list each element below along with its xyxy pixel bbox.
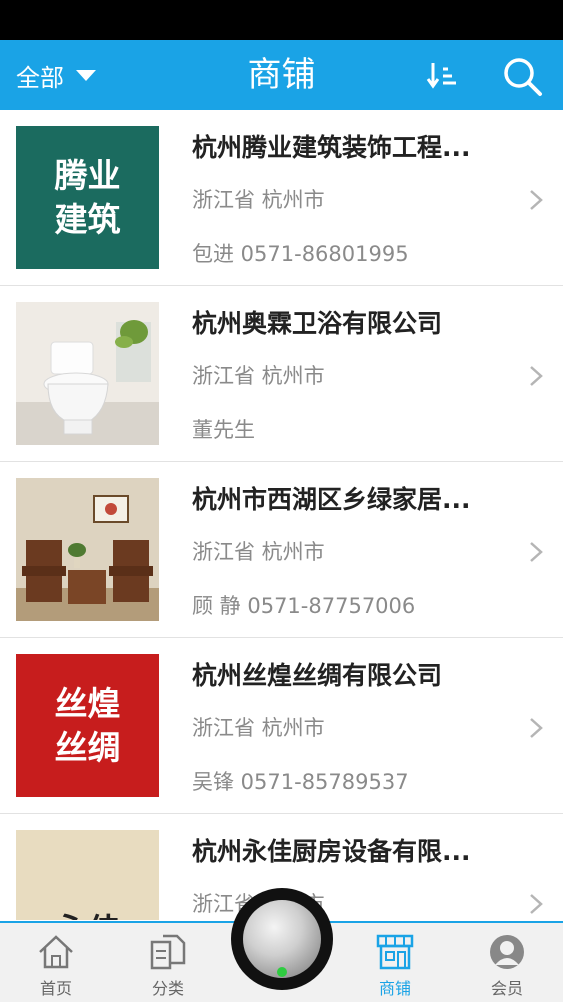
tab-label: 首页	[39, 979, 72, 998]
shop-name: 杭州奥霖卫浴有限公司	[192, 309, 443, 338]
shop-logo: 腾业 建筑	[16, 126, 159, 269]
sort-icon	[426, 63, 456, 89]
tab-member[interactable]: 会员	[451, 923, 563, 1002]
shop-name: 杭州市西湖区乡绿家居...	[192, 485, 471, 514]
member-icon	[490, 935, 524, 969]
shop-list-item[interactable]: 杭州奥霖卫浴有限公司 浙江省 杭州市 董先生	[0, 286, 563, 462]
shop-list-item[interactable]: 腾业 建筑 杭州腾业建筑装饰工程... 浙江省 杭州市 包进 0571-8680…	[0, 110, 563, 286]
shop-list-item[interactable]: 杭州市西湖区乡绿家居... 浙江省 杭州市 顾 静 0571-87757006	[0, 462, 563, 638]
filter-label: 全部	[16, 63, 64, 92]
shop-contact: 包进 0571-86801995	[192, 242, 409, 266]
shop-contact: 顾 静 0571-87757006	[192, 594, 416, 618]
search-button[interactable]	[500, 54, 544, 98]
shop-list-item[interactable]: 丝煌 丝绸 杭州丝煌丝绸有限公司 浙江省 杭州市 吴锋 0571-8578953…	[0, 638, 563, 814]
shop-region: 浙江省 杭州市	[192, 188, 325, 212]
chevron-right-icon	[530, 366, 543, 386]
toilet-photo	[16, 302, 159, 445]
search-icon	[504, 58, 542, 96]
shop-name: 杭州丝煌丝绸有限公司	[192, 661, 443, 690]
tab-home[interactable]: 首页	[0, 923, 112, 1002]
shop-region: 浙江省 杭州市	[192, 716, 325, 740]
shop-name: 杭州腾业建筑装饰工程...	[192, 133, 471, 162]
tab-label: 会员	[490, 979, 523, 998]
tab-label: 分类	[151, 979, 184, 998]
chevron-right-icon	[530, 718, 543, 738]
shop-photo-toilet	[16, 302, 159, 445]
status-dot-icon	[277, 967, 287, 977]
shop-photo-furniture	[16, 478, 159, 621]
status-bar	[0, 0, 563, 40]
furniture-photo	[16, 478, 159, 621]
chevron-right-icon	[530, 542, 543, 562]
shop-region: 浙江省 杭州市	[192, 540, 325, 564]
tab-label: 商铺	[378, 979, 411, 998]
shop-logo: 永佳	[16, 830, 159, 920]
caret-down-icon	[76, 69, 96, 81]
filter-dropdown[interactable]: 全部	[16, 40, 96, 110]
tab-store[interactable]: 商铺	[339, 923, 451, 1002]
tab-category[interactable]: 分类	[112, 923, 224, 1002]
app-header: 全部 商铺	[0, 40, 563, 110]
sort-button[interactable]	[424, 57, 460, 93]
chevron-right-icon	[530, 894, 543, 914]
shop-list: 腾业 建筑 杭州腾业建筑装饰工程... 浙江省 杭州市 包进 0571-8680…	[0, 110, 563, 920]
home-icon	[39, 935, 73, 969]
category-icon	[150, 934, 186, 970]
chevron-right-icon	[530, 190, 543, 210]
shop-name: 杭州永佳厨房设备有限...	[192, 837, 471, 866]
shop-contact: 董先生	[192, 418, 255, 442]
shop-region: 浙江省 杭州市	[192, 364, 325, 388]
shop-logo: 丝煌 丝绸	[16, 654, 159, 797]
shop-contact: 吴锋 0571-85789537	[192, 770, 409, 794]
center-action-button[interactable]	[231, 888, 333, 990]
store-icon	[376, 934, 414, 970]
